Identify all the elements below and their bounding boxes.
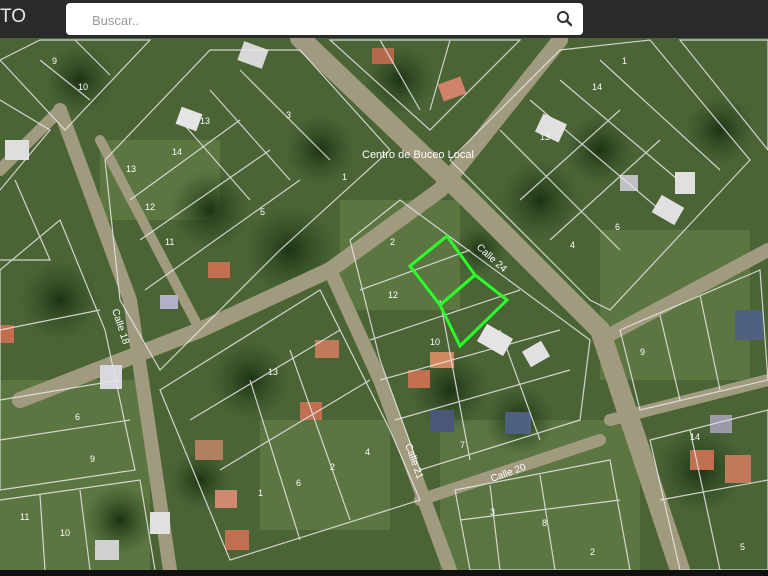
lot-number: 9: [90, 454, 95, 464]
search-box: [66, 3, 583, 35]
lot-number: 3: [490, 507, 495, 517]
lot-number: 5: [740, 542, 745, 552]
satellite-map[interactable]: 9 10 13 14 13 12 11 5 3 1 2 12 10 7 13 1…: [0, 38, 768, 570]
bottom-bar: [0, 570, 768, 576]
lot-number: 11: [165, 237, 174, 247]
lot-number: 10: [430, 337, 440, 347]
lot-number: 13: [540, 132, 550, 142]
lot-number: 9: [52, 56, 57, 66]
map-canvas[interactable]: 9 10 13 14 13 12 11 5 3 1 2 12 10 7 13 1…: [0, 38, 768, 570]
lot-number: 10: [60, 528, 70, 538]
lot-number: 3: [286, 110, 291, 120]
lot-number: 5: [260, 207, 265, 217]
place-label: Centro de Buceo Local: [362, 149, 474, 161]
lot-number: 2: [330, 462, 335, 472]
lot-number: 7: [460, 440, 465, 450]
lot-number: 13: [268, 367, 278, 377]
brand-logo: TO: [0, 6, 27, 27]
lot-number: 13: [126, 164, 136, 174]
lot-number: 4: [365, 447, 370, 457]
lot-number: 4: [570, 240, 575, 250]
lot-number: 6: [296, 478, 301, 488]
lot-number: 11: [20, 512, 29, 522]
lot-number: 8: [542, 518, 547, 528]
lot-number: 14: [592, 82, 602, 92]
lot-number: 14: [172, 147, 182, 157]
search-input[interactable]: [90, 10, 534, 30]
lot-number: 2: [590, 547, 595, 557]
top-bar: TO: [0, 0, 768, 38]
lot-number: 2: [390, 237, 395, 247]
lot-number: 6: [615, 222, 620, 232]
lot-number: 9: [640, 347, 645, 357]
lot-number: 6: [75, 412, 80, 422]
search-icon[interactable]: [555, 9, 575, 29]
lot-number: 13: [200, 116, 210, 126]
lot-number: 10: [78, 82, 88, 92]
lot-number: 12: [388, 290, 398, 300]
lot-number: 12: [145, 202, 155, 212]
lot-number: 14: [690, 432, 700, 442]
lot-number: 1: [342, 172, 347, 182]
lot-number: 1: [258, 488, 263, 498]
lot-number: 1: [622, 56, 627, 66]
